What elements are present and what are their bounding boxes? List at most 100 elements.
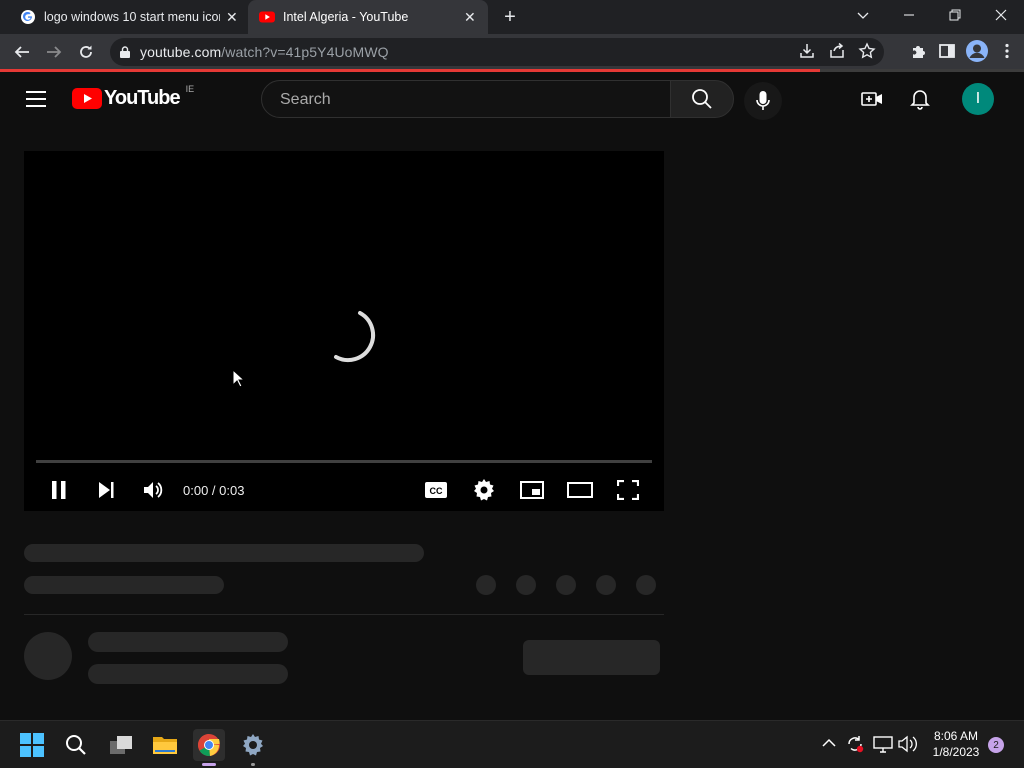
sync-icon[interactable] bbox=[846, 735, 864, 753]
action-skeleton bbox=[636, 575, 656, 595]
action-skeleton bbox=[476, 575, 496, 595]
microphone-icon bbox=[756, 91, 770, 110]
google-g-icon bbox=[20, 9, 36, 25]
pause-icon bbox=[52, 481, 66, 499]
closed-captions-icon: CC bbox=[425, 482, 447, 498]
mouse-cursor-icon bbox=[232, 369, 244, 388]
channel-name-skeleton bbox=[88, 632, 288, 652]
tab-google-search[interactable]: logo windows 10 start menu icon ✕ bbox=[0, 0, 246, 34]
theater-mode-button[interactable] bbox=[567, 477, 593, 503]
running-app-indicator bbox=[251, 763, 255, 766]
loading-spinner-icon bbox=[326, 309, 382, 365]
file-explorer-icon[interactable] bbox=[149, 729, 181, 761]
task-view-icon[interactable] bbox=[105, 729, 137, 761]
subscribers-skeleton bbox=[88, 664, 288, 684]
chrome-menu-icon[interactable] bbox=[998, 42, 1016, 60]
fullscreen-icon bbox=[617, 480, 639, 500]
reload-icon[interactable] bbox=[76, 42, 96, 62]
settings-gear-icon[interactable] bbox=[237, 729, 269, 766]
title-skeleton bbox=[24, 544, 424, 562]
time-display: 0:00 / 0:03 bbox=[183, 483, 245, 498]
close-window-icon[interactable] bbox=[978, 0, 1024, 30]
window-controls bbox=[840, 0, 1024, 34]
profile-avatar-icon[interactable] bbox=[966, 40, 988, 62]
fullscreen-button[interactable] bbox=[615, 477, 641, 503]
action-skeleton bbox=[556, 575, 576, 595]
video-progress-bar[interactable] bbox=[36, 460, 652, 463]
youtube-logo[interactable]: YouTube IE bbox=[72, 83, 195, 110]
extension-icons bbox=[910, 40, 1016, 62]
video-player[interactable]: 0:00 / 0:03 CC bbox=[24, 151, 664, 511]
chevron-up-icon[interactable] bbox=[822, 738, 836, 748]
gear-icon bbox=[474, 479, 494, 501]
skip-next-icon bbox=[99, 482, 114, 498]
bookmark-star-icon[interactable] bbox=[858, 42, 876, 60]
hamburger-menu-icon[interactable] bbox=[26, 90, 46, 108]
new-tab-button[interactable]: + bbox=[500, 7, 520, 27]
side-panel-icon[interactable] bbox=[938, 42, 956, 60]
voice-search-button[interactable] bbox=[744, 82, 782, 120]
clock-time: 8:06 AM bbox=[933, 729, 979, 743]
views-skeleton bbox=[24, 576, 224, 594]
miniplayer-icon bbox=[520, 481, 544, 499]
next-video-button[interactable] bbox=[93, 477, 119, 503]
extensions-puzzle-icon[interactable] bbox=[910, 42, 928, 60]
subtitles-button[interactable]: CC bbox=[423, 477, 449, 503]
url-host: youtube.com bbox=[140, 44, 222, 60]
notification-badge[interactable]: 2 bbox=[988, 737, 1004, 753]
forward-arrow-icon[interactable] bbox=[44, 42, 64, 62]
region-code: IE bbox=[185, 83, 195, 94]
notifications-button[interactable] bbox=[910, 88, 930, 110]
url-path: /watch?v=41p5Y4UoMWQ bbox=[221, 44, 389, 60]
search-box bbox=[261, 80, 671, 118]
chrome-taskbar-icon[interactable] bbox=[193, 729, 225, 766]
tab-title: Intel Algeria - YouTube bbox=[283, 10, 409, 24]
mute-button[interactable] bbox=[140, 477, 166, 503]
close-tab-icon[interactable]: ✕ bbox=[464, 9, 476, 26]
svg-text:CC: CC bbox=[430, 486, 443, 496]
install-app-icon[interactable] bbox=[798, 42, 816, 60]
volume-icon bbox=[144, 482, 163, 498]
browser-tab-strip: logo windows 10 start menu icon ✕ Intel … bbox=[0, 0, 1024, 34]
action-skeleton bbox=[596, 575, 616, 595]
active-app-indicator bbox=[202, 763, 216, 766]
address-bar[interactable]: youtube.com/watch?v=41p5Y4UoMWQ bbox=[110, 38, 884, 66]
search-icon[interactable] bbox=[60, 729, 92, 761]
youtube-logo-icon bbox=[72, 88, 102, 109]
bell-icon bbox=[910, 90, 930, 110]
restore-icon[interactable] bbox=[932, 0, 978, 30]
browser-toolbar: youtube.com/watch?v=41p5Y4UoMWQ bbox=[0, 34, 1024, 70]
channel-avatar-skeleton bbox=[24, 632, 72, 680]
tab-youtube[interactable]: Intel Algeria - YouTube ✕ bbox=[248, 0, 488, 34]
network-icon[interactable] bbox=[873, 736, 893, 753]
share-icon[interactable] bbox=[828, 42, 846, 60]
create-video-icon bbox=[861, 92, 882, 106]
search-icon bbox=[692, 89, 712, 109]
miniplayer-button[interactable] bbox=[519, 477, 545, 503]
divider bbox=[24, 614, 664, 615]
settings-button[interactable] bbox=[471, 477, 497, 503]
back-arrow-icon[interactable] bbox=[12, 42, 32, 62]
system-clock[interactable]: 8:06 AM 1/8/2023 bbox=[924, 728, 988, 760]
youtube-logo-text: YouTube bbox=[104, 87, 181, 109]
windows-start-icon[interactable] bbox=[16, 729, 48, 761]
player-controls: 0:00 / 0:03 CC bbox=[24, 469, 664, 511]
close-tab-icon[interactable]: ✕ bbox=[226, 9, 238, 26]
lock-icon[interactable] bbox=[120, 46, 130, 58]
search-input[interactable] bbox=[278, 90, 642, 110]
subscribe-button-skeleton bbox=[523, 640, 660, 675]
windows-taskbar: 8:06 AM 1/8/2023 2 bbox=[0, 720, 1024, 768]
search-button[interactable] bbox=[670, 80, 734, 118]
tab-title: logo windows 10 start menu icon bbox=[44, 10, 220, 24]
url-text: youtube.com/watch?v=41p5Y4UoMWQ bbox=[140, 44, 389, 60]
account-avatar[interactable]: I bbox=[962, 83, 994, 115]
youtube-icon bbox=[259, 9, 275, 25]
youtube-masthead: YouTube IE I bbox=[0, 72, 1024, 128]
create-video-button[interactable] bbox=[861, 89, 883, 109]
speaker-icon[interactable] bbox=[898, 735, 918, 753]
action-skeleton bbox=[516, 575, 536, 595]
pause-button[interactable] bbox=[46, 477, 72, 503]
clock-date: 1/8/2023 bbox=[932, 745, 980, 759]
minimize-icon[interactable] bbox=[886, 0, 932, 30]
tab-search-chevron-icon[interactable] bbox=[840, 0, 886, 30]
